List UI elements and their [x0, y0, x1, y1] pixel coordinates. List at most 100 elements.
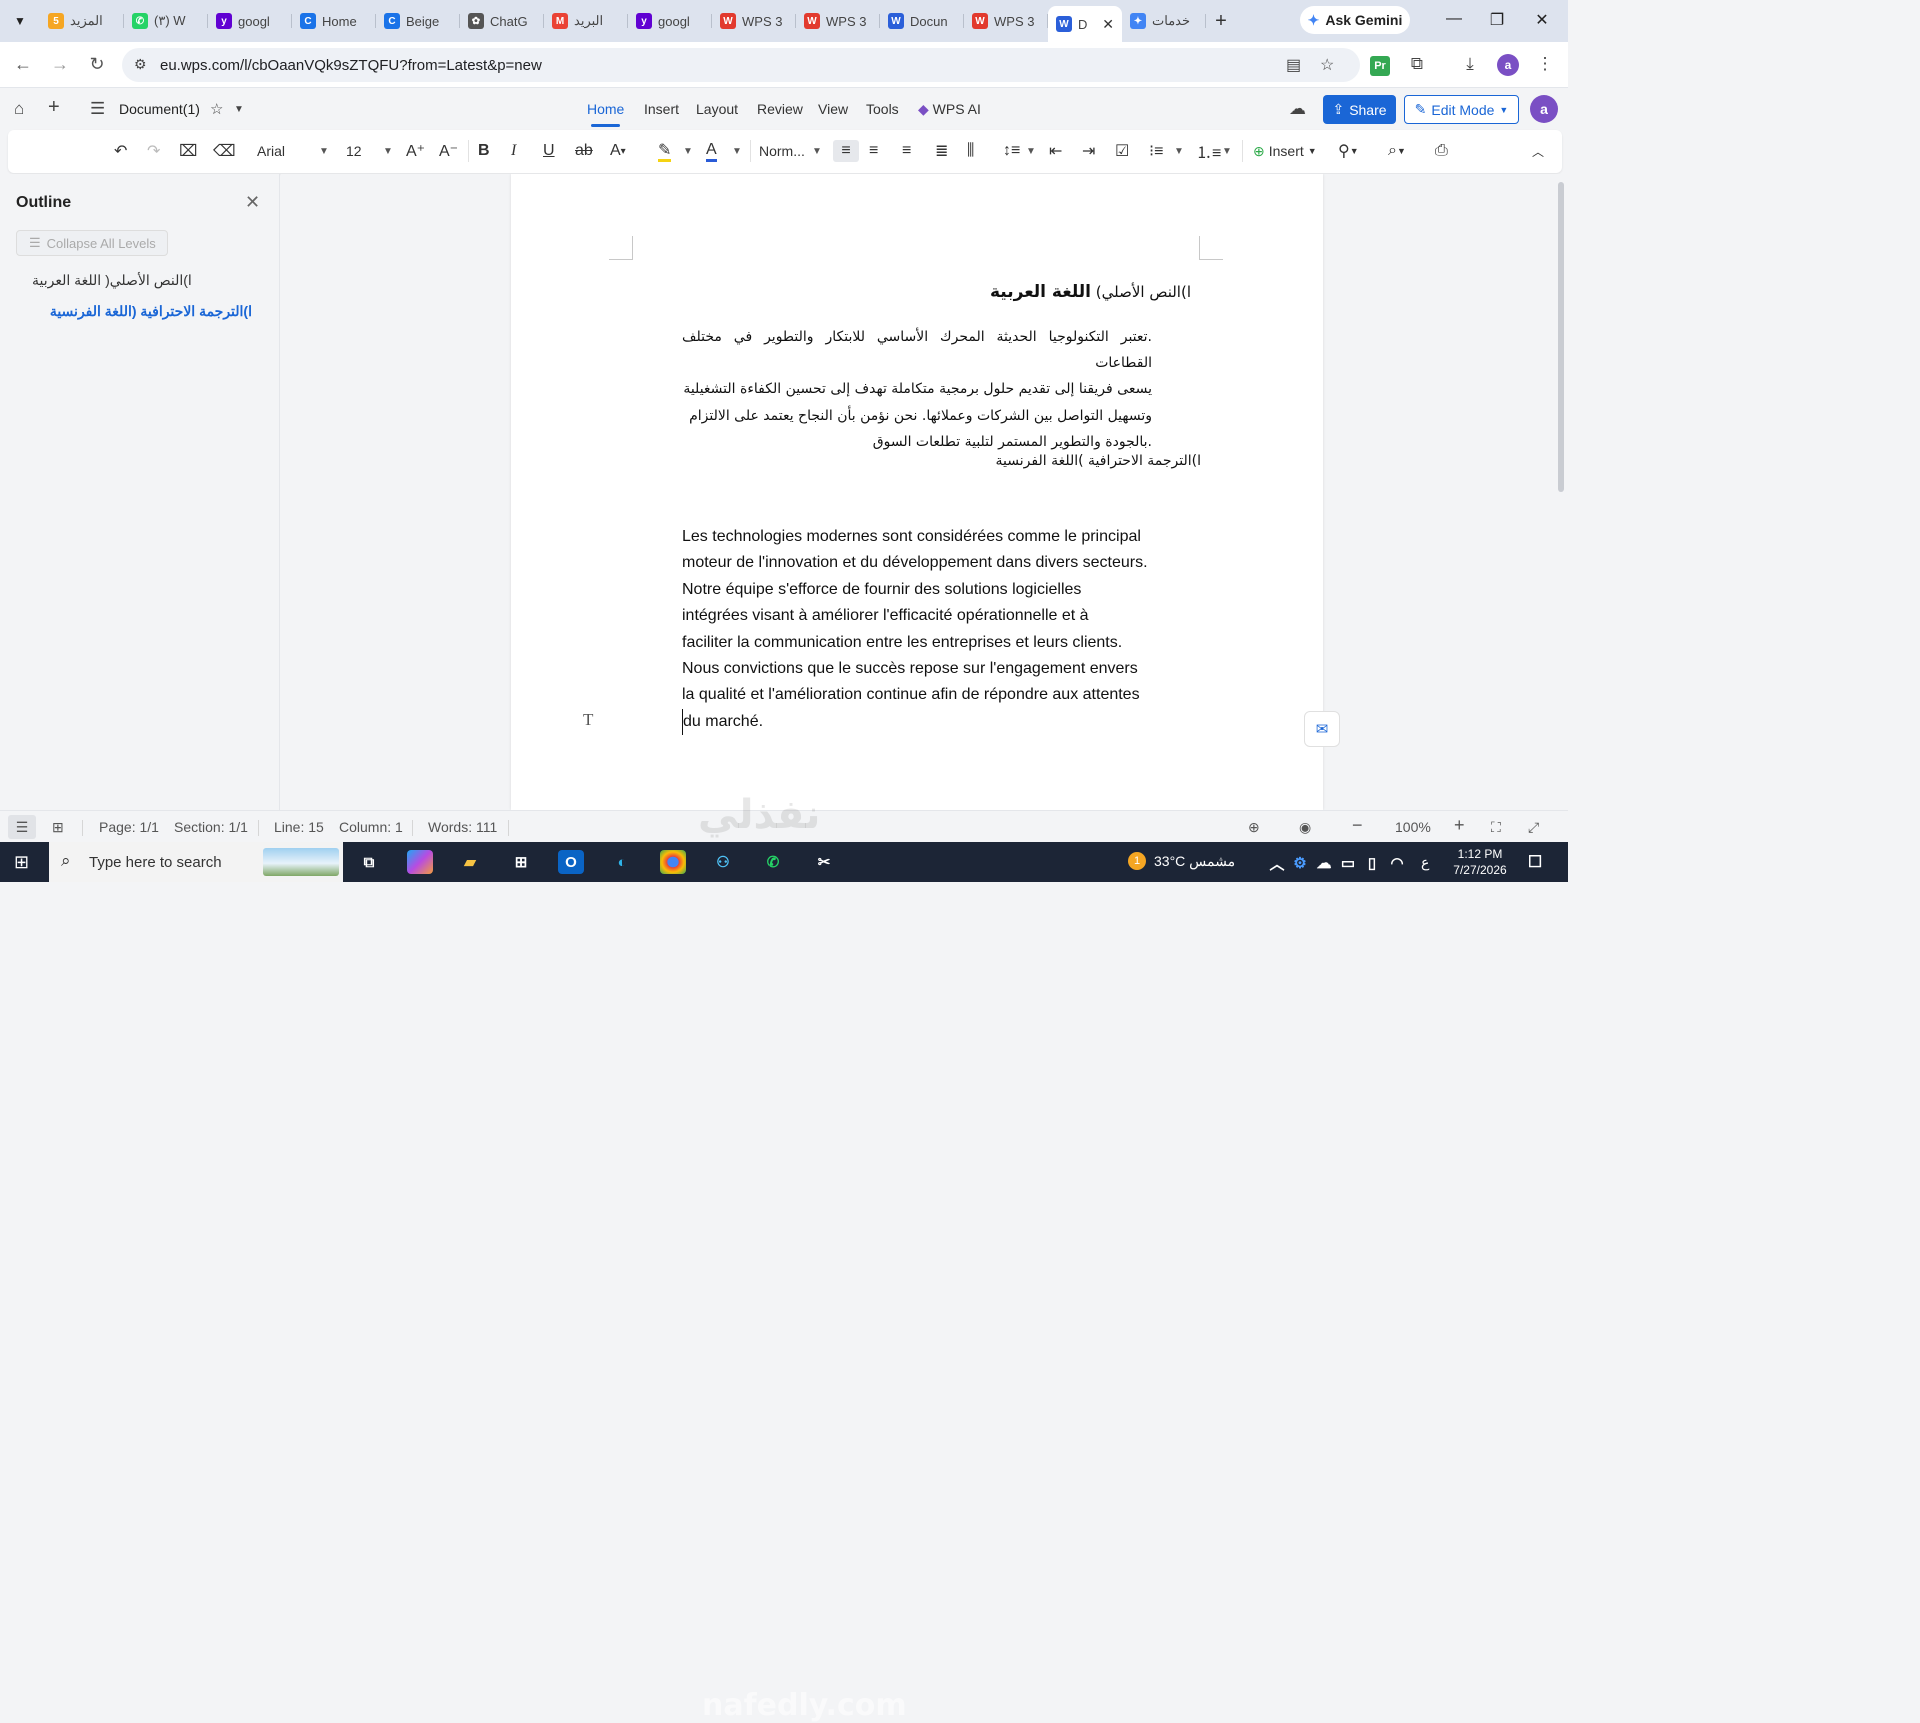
window-close-button[interactable]: ✕ — [1532, 10, 1552, 30]
new-tab-button[interactable]: + — [1206, 10, 1236, 33]
minimize-button[interactable]: — — [1444, 10, 1464, 28]
menu-tools[interactable]: Tools — [866, 101, 899, 117]
taskbar-clock[interactable]: 1:12 PM 7/27/2026 — [1448, 846, 1512, 878]
strikethrough-icon[interactable]: ab — [575, 140, 593, 162]
distributed-icon[interactable]: ⫼ — [967, 140, 974, 162]
language-globe-icon[interactable]: ⊕ — [1248, 819, 1260, 836]
word-count[interactable]: Words: 111 — [428, 819, 497, 835]
bold-icon[interactable]: B — [478, 140, 490, 162]
chevron-down-icon[interactable]: ▼ — [234, 104, 244, 115]
font-size-select[interactable]: 12 — [346, 140, 362, 162]
back-icon[interactable]: ← — [12, 54, 34, 75]
browser-tab[interactable]: ✆ (٣) W — [124, 5, 208, 37]
snipping-tool-icon[interactable]: ✂ — [811, 850, 837, 874]
forward-icon[interactable]: → — [49, 54, 71, 75]
browser-tab[interactable]: 5 المزيد — [40, 5, 124, 37]
browser-tab[interactable]: W Docun — [880, 5, 964, 37]
chevron-down-icon[interactable]: ▼ — [319, 140, 329, 162]
menu-insert[interactable]: Insert — [644, 101, 679, 117]
chevron-down-icon[interactable]: ▼ — [812, 140, 822, 162]
cloud-save-icon[interactable]: ☁ — [1289, 99, 1306, 119]
browser-tab[interactable]: C Beige — [376, 5, 460, 37]
input-language[interactable]: ع — [1421, 854, 1429, 871]
taskbar-search[interactable]: ⌕ Type here to search — [49, 842, 343, 882]
close-icon[interactable]: ✕ — [245, 192, 260, 213]
align-left-icon[interactable]: ≡ — [833, 140, 859, 162]
url-field[interactable]: ⚙ eu.wps.com/l/cbOaanVQk9sZTQFU?from=Lat… — [122, 48, 1360, 82]
browser-tab[interactable]: W D ✕ — [1048, 6, 1122, 42]
undo-icon[interactable]: ↶ — [114, 140, 127, 162]
redo-icon[interactable]: ↷ — [147, 140, 160, 162]
outlook-icon[interactable]: O — [558, 850, 584, 874]
clear-format-icon[interactable]: ⌫ — [213, 140, 236, 162]
chevron-down-icon[interactable]: ▼ — [1026, 140, 1036, 162]
edit-mode-button[interactable]: ✎ Edit Mode ▼ — [1404, 95, 1519, 124]
collapse-ribbon-icon[interactable]: ︿ — [1532, 140, 1544, 162]
checkbox-list-icon[interactable]: ☑ — [1115, 140, 1129, 162]
menu-view[interactable]: View — [818, 101, 848, 117]
browser-tab[interactable]: y googl — [628, 5, 712, 37]
font-name-select[interactable]: Arial — [257, 140, 285, 162]
format-painter-icon[interactable]: ⌧ — [179, 140, 197, 162]
battery-icon[interactable]: ▭ — [1335, 851, 1361, 875]
favorite-star-icon[interactable]: ☆ — [210, 100, 223, 118]
people-icon[interactable]: ⚇ — [710, 850, 736, 874]
highlight-icon[interactable]: ✎ — [658, 140, 672, 162]
weather-text[interactable]: 33°C مشمس — [1154, 853, 1235, 870]
zoom-in-icon[interactable]: + — [1454, 815, 1465, 836]
chevron-down-icon[interactable]: ▼ — [1174, 140, 1184, 162]
notification-icon[interactable]: ☐ — [1522, 850, 1548, 874]
tray-app-icon[interactable]: ⚙ — [1287, 851, 1313, 875]
browser-tab[interactable]: C Home — [292, 5, 376, 37]
profile-avatar[interactable]: a — [1497, 54, 1519, 76]
wifi-icon[interactable]: ◠ — [1384, 851, 1410, 875]
outline-item-active[interactable]: ا)الترجمة الاحترافية (اللغة الفرنسية — [32, 303, 252, 320]
numbered-list-icon[interactable]: ⒈≡ — [1196, 140, 1221, 162]
fit-page-icon[interactable]: ⛶ — [1491, 819, 1501, 836]
menu-icon[interactable]: ☰ — [90, 99, 105, 119]
menu-home[interactable]: Home — [587, 101, 624, 127]
style-select[interactable]: Norm... — [759, 140, 805, 162]
navigation-icon[interactable]: ⊞ — [52, 819, 64, 836]
increase-font-icon[interactable]: A⁺ — [406, 140, 425, 162]
home-icon[interactable]: ⌂ — [14, 99, 24, 119]
edge-icon[interactable]: ◐ — [609, 850, 635, 874]
pr-extension-icon[interactable]: Pr — [1370, 56, 1390, 76]
browser-tab[interactable]: W WPS 3 — [712, 5, 796, 37]
close-tab-icon[interactable]: ✕ — [1102, 16, 1114, 33]
browser-tab[interactable]: M البريد — [544, 5, 628, 37]
justify-icon[interactable]: ≣ — [935, 140, 948, 162]
read-mode-icon[interactable]: ◉ — [1299, 819, 1311, 836]
bookmark-star-icon[interactable]: ☆ — [1320, 55, 1334, 75]
browser-tab[interactable]: ✿ ChatG — [460, 5, 544, 37]
chevron-down-icon[interactable]: ▼ — [1222, 140, 1232, 162]
line-spacing-icon[interactable]: ↕≡ — [1003, 140, 1020, 162]
zoom-level[interactable]: 100% — [1395, 819, 1431, 835]
share-button[interactable]: ⇪ Share — [1323, 95, 1396, 124]
decrease-indent-icon[interactable]: ⇤ — [1049, 140, 1062, 162]
site-info-icon[interactable]: ⚙ — [134, 56, 147, 73]
user-avatar[interactable]: a — [1530, 95, 1558, 123]
menu-review[interactable]: Review — [757, 101, 803, 117]
find-replace-icon[interactable]: ⚲ ▼ — [1338, 140, 1359, 162]
italic-icon[interactable]: I — [511, 140, 516, 162]
comment-icon[interactable]: ✉ — [1304, 711, 1340, 747]
restore-button[interactable]: ❐ — [1487, 10, 1507, 30]
decrease-font-icon[interactable]: A⁻ — [439, 140, 458, 162]
collapse-all-levels-button[interactable]: ☰ Collapse All Levels — [16, 230, 168, 256]
ask-gemini-button[interactable]: ✦ Ask Gemini — [1300, 6, 1410, 34]
vertical-scrollbar[interactable] — [1558, 182, 1564, 492]
align-center-icon[interactable]: ≡ — [869, 140, 878, 162]
align-right-icon[interactable]: ≡ — [902, 140, 911, 162]
chevron-down-icon[interactable]: ▼ — [732, 140, 742, 162]
fullscreen-icon[interactable]: ⤢ — [1528, 819, 1539, 836]
outline-item[interactable]: ا)النص الأصلي( اللغة العربية — [32, 272, 252, 289]
browser-menu-icon[interactable]: ⋮ — [1534, 54, 1556, 74]
tab-search-icon[interactable]: ▼ — [0, 0, 40, 42]
print-icon[interactable]: ⎙ — [1435, 140, 1448, 162]
browser-tab[interactable]: ✦ خدمات — [1122, 5, 1206, 37]
search-icon[interactable]: ⌕ ▼ — [1388, 140, 1406, 162]
tray-cloud-icon[interactable]: ☁ — [1311, 851, 1337, 875]
whatsapp-icon[interactable]: ✆ — [760, 850, 786, 874]
underline-icon[interactable]: U — [543, 140, 555, 162]
